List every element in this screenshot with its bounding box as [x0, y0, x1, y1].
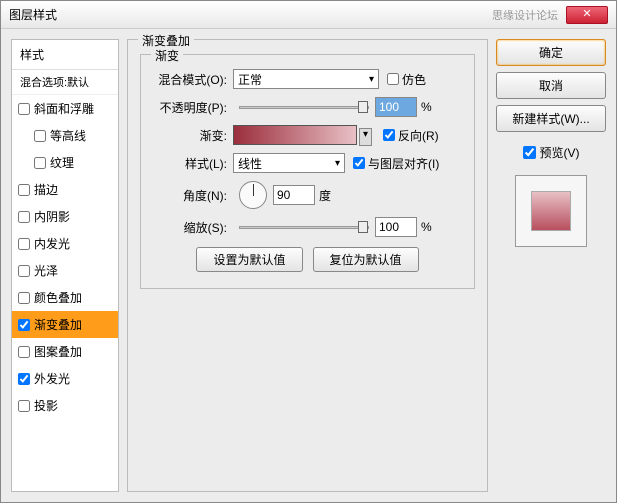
style-label: 颜色叠加: [34, 289, 82, 306]
checkbox-icon[interactable]: [34, 130, 46, 142]
gradient-label: 渐变:: [151, 127, 227, 144]
gradient-group: 渐变 混合模式(O): 正常 仿色 不透明度(P): 100 % 渐变:: [140, 54, 475, 289]
checkbox-icon[interactable]: [353, 157, 365, 169]
angle-label: 角度(N):: [151, 187, 227, 204]
set-default-button[interactable]: 设置为默认值: [196, 247, 302, 272]
window-title: 图层样式: [9, 6, 57, 23]
style-label: 光泽: [34, 262, 58, 279]
scale-label: 缩放(S):: [151, 219, 227, 236]
checkbox-label: 预览(V): [540, 144, 580, 161]
preview-box: [515, 175, 587, 247]
angle-dial[interactable]: [239, 181, 267, 209]
styles-list: 样式 混合选项:默认 斜面和浮雕 等高线 纹理 描边 内阴影 内发光 光泽 颜色…: [11, 39, 119, 492]
style-label: 描边: [34, 181, 58, 198]
style-item-contour[interactable]: 等高线: [12, 122, 118, 149]
opacity-unit: %: [421, 100, 432, 114]
reset-default-button[interactable]: 复位为默认值: [313, 247, 419, 272]
style-select[interactable]: 线性: [233, 153, 345, 173]
checkbox-icon[interactable]: [18, 400, 30, 412]
checkbox-icon[interactable]: [34, 157, 46, 169]
style-item-inner-shadow[interactable]: 内阴影: [12, 203, 118, 230]
gradient-row: 渐变: 反向(R): [151, 125, 464, 145]
style-label: 内发光: [34, 235, 70, 252]
style-item-bevel[interactable]: 斜面和浮雕: [12, 95, 118, 122]
gradient-picker[interactable]: [233, 125, 357, 145]
checkbox-icon[interactable]: [18, 184, 30, 196]
preview-checkbox[interactable]: 预览(V): [496, 144, 606, 161]
group-title: 渐变: [151, 47, 183, 64]
style-label: 内阴影: [34, 208, 70, 225]
angle-input[interactable]: 90: [273, 185, 315, 205]
blend-mode-row: 混合模式(O): 正常 仿色: [151, 69, 464, 89]
action-panel: 确定 取消 新建样式(W)... 预览(V): [496, 39, 606, 492]
checkbox-icon[interactable]: [18, 103, 30, 115]
style-label: 斜面和浮雕: [34, 100, 94, 117]
checkbox-icon[interactable]: [18, 373, 30, 385]
style-label: 投影: [34, 397, 58, 414]
dialog-body: 样式 混合选项:默认 斜面和浮雕 等高线 纹理 描边 内阴影 内发光 光泽 颜色…: [1, 29, 616, 502]
preview-swatch: [531, 191, 571, 231]
slider-thumb-icon[interactable]: [358, 221, 368, 233]
style-label: 外发光: [34, 370, 70, 387]
reverse-checkbox[interactable]: 反向(R): [383, 127, 439, 144]
gradient-overlay-fieldset: 渐变叠加 渐变 混合模式(O): 正常 仿色 不透明度(P): 100 %: [127, 39, 488, 492]
align-checkbox[interactable]: 与图层对齐(I): [353, 155, 439, 172]
style-label: 样式(L):: [151, 155, 227, 172]
checkbox-icon[interactable]: [18, 238, 30, 250]
scale-slider[interactable]: [239, 226, 369, 229]
cancel-button[interactable]: 取消: [496, 72, 606, 99]
style-row: 样式(L): 线性 与图层对齐(I): [151, 153, 464, 173]
dither-checkbox[interactable]: 仿色: [387, 71, 426, 88]
opacity-slider[interactable]: [239, 106, 369, 109]
settings-panel: 渐变叠加 渐变 混合模式(O): 正常 仿色 不透明度(P): 100 %: [127, 39, 488, 492]
opacity-label: 不透明度(P):: [151, 99, 227, 116]
angle-row: 角度(N): 90 度: [151, 181, 464, 209]
style-item-color-overlay[interactable]: 颜色叠加: [12, 284, 118, 311]
checkbox-icon[interactable]: [18, 319, 30, 331]
checkbox-label: 反向(R): [398, 127, 439, 144]
layer-style-dialog: 图层样式 思缘设计论坛 ✕ 样式 混合选项:默认 斜面和浮雕 等高线 纹理 描边…: [0, 0, 617, 503]
checkbox-label: 仿色: [402, 71, 426, 88]
slider-thumb-icon[interactable]: [358, 101, 368, 113]
style-item-texture[interactable]: 纹理: [12, 149, 118, 176]
style-label: 渐变叠加: [34, 316, 82, 333]
blend-mode-select[interactable]: 正常: [233, 69, 379, 89]
default-buttons-row: 设置为默认值 复位为默认值: [151, 247, 464, 272]
angle-unit: 度: [319, 187, 331, 204]
checkbox-icon[interactable]: [383, 129, 395, 141]
close-button[interactable]: ✕: [566, 6, 608, 24]
watermark-text: 思缘设计论坛: [492, 7, 558, 23]
titlebar-right: 思缘设计论坛 ✕: [492, 6, 608, 24]
titlebar: 图层样式 思缘设计论坛 ✕: [1, 1, 616, 29]
opacity-input[interactable]: 100: [375, 97, 417, 117]
opacity-row: 不透明度(P): 100 %: [151, 97, 464, 117]
checkbox-label: 与图层对齐(I): [368, 155, 439, 172]
scale-row: 缩放(S): 100 %: [151, 217, 464, 237]
new-style-button[interactable]: 新建样式(W)...: [496, 105, 606, 132]
checkbox-icon[interactable]: [18, 346, 30, 358]
style-label: 图案叠加: [34, 343, 82, 360]
checkbox-icon[interactable]: [523, 146, 536, 159]
checkbox-icon[interactable]: [18, 265, 30, 277]
style-item-outer-glow[interactable]: 外发光: [12, 365, 118, 392]
styles-heading[interactable]: 样式: [12, 40, 118, 70]
style-item-satin[interactable]: 光泽: [12, 257, 118, 284]
style-item-stroke[interactable]: 描边: [12, 176, 118, 203]
scale-input[interactable]: 100: [375, 217, 417, 237]
style-item-pattern-overlay[interactable]: 图案叠加: [12, 338, 118, 365]
style-item-drop-shadow[interactable]: 投影: [12, 392, 118, 419]
style-item-inner-glow[interactable]: 内发光: [12, 230, 118, 257]
style-label: 等高线: [50, 127, 86, 144]
select-value: 正常: [238, 71, 262, 88]
checkbox-icon[interactable]: [18, 211, 30, 223]
scale-unit: %: [421, 220, 432, 234]
checkbox-icon[interactable]: [387, 73, 399, 85]
style-item-gradient-overlay[interactable]: 渐变叠加: [12, 311, 118, 338]
select-value: 线性: [238, 155, 262, 172]
blending-options[interactable]: 混合选项:默认: [12, 70, 118, 95]
ok-button[interactable]: 确定: [496, 39, 606, 66]
blend-mode-label: 混合模式(O):: [151, 71, 227, 88]
style-label: 纹理: [50, 154, 74, 171]
checkbox-icon[interactable]: [18, 292, 30, 304]
